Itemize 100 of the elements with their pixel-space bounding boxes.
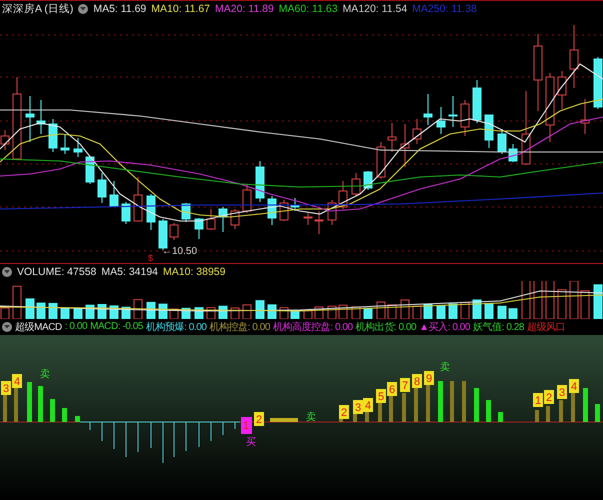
- volume-bar: [498, 305, 506, 319]
- volume-bar: [74, 308, 82, 319]
- volume-bar: [60, 307, 70, 319]
- histogram-bar: [50, 398, 55, 422]
- candlestick: [218, 206, 228, 233]
- volume-bar: [594, 284, 602, 319]
- histogram-bar: [546, 406, 550, 422]
- candlestick: [74, 138, 82, 158]
- candlestick: [570, 24, 578, 89]
- candlestick: [484, 114, 494, 149]
- sell-signal: 卖: [306, 412, 316, 423]
- candlestick: [460, 100, 470, 137]
- count-badge: 2: [544, 390, 554, 404]
- volume-bar: [448, 303, 458, 319]
- volume-indicator: MA10: 38959: [163, 266, 226, 278]
- candlestick: [424, 94, 432, 126]
- candlestick: [146, 194, 156, 231]
- volume-bar: [508, 308, 518, 319]
- candlestick: [290, 198, 300, 212]
- count-badge: 6: [387, 382, 397, 396]
- candlestick: [134, 176, 142, 222]
- volume-bar: [472, 299, 482, 319]
- histogram-bar: [438, 380, 443, 422]
- volume-indicator: MA5: 34194: [101, 266, 158, 278]
- count-badge: 3: [1, 380, 11, 395]
- signal-marker: $: [148, 253, 154, 264]
- candlestick: [546, 72, 554, 143]
- candlestick: [376, 142, 386, 180]
- candlestick: [26, 96, 34, 143]
- count-badge: 5: [376, 388, 386, 403]
- candlestick: [206, 208, 216, 231]
- candlestick: [242, 184, 252, 214]
- volume-bar: [436, 304, 446, 319]
- candlestick: [472, 80, 482, 124]
- volume-bar: [146, 302, 156, 319]
- candlestick: [194, 218, 204, 240]
- histogram-bar: [62, 408, 67, 422]
- sell-signal: 卖: [440, 362, 450, 373]
- histogram-bar: [486, 400, 491, 422]
- low-price-label: ←10.50: [162, 246, 198, 258]
- candlestick: [436, 106, 446, 135]
- candlestick: [256, 160, 264, 203]
- count-badge: 9: [424, 370, 434, 385]
- macd-indicator: 机构高度控盘: 0.00: [272, 320, 353, 334]
- macd-indicator: 超级风口: [527, 320, 566, 334]
- candlestick: [60, 134, 70, 155]
- ma-indicator: MA20: 11.89: [215, 3, 274, 16]
- ma-indicator: MA10: 11.67: [151, 3, 210, 16]
- volume-bar: [36, 302, 46, 319]
- volume-bar: [256, 300, 264, 319]
- histogram-bar: [583, 388, 588, 422]
- macd-indicator: 机构出货: 0.00: [356, 320, 416, 334]
- histogram-bar: [270, 418, 298, 422]
- count-badge: 4: [12, 374, 22, 388]
- histogram-bar: [426, 382, 430, 422]
- histogram-bar: [559, 400, 563, 422]
- count-badge: 4: [569, 378, 579, 393]
- candlestick: [36, 100, 46, 135]
- histogram-bar: [389, 396, 393, 422]
- histogram-bar: [75, 416, 80, 422]
- candlestick: [328, 200, 336, 226]
- candlestick: [580, 98, 590, 135]
- ma-indicator: MA5: 11.69: [93, 3, 146, 16]
- candlestick: [122, 202, 130, 225]
- candlestick: [230, 208, 240, 230]
- macd-indicator: ▲买入: 0.00: [419, 320, 470, 334]
- count-badge: 2: [254, 412, 264, 426]
- histogram-bar: [535, 410, 539, 422]
- histogram-bar: [498, 412, 503, 422]
- macd-indicator: : 0.00: [64, 321, 88, 332]
- count-badge: 4: [363, 398, 373, 412]
- count-badge: 7: [400, 378, 410, 392]
- candlestick: [400, 124, 410, 168]
- collapse-icon[interactable]: [2, 322, 12, 332]
- candlestick: [170, 222, 178, 241]
- count-badge: 3: [557, 384, 567, 399]
- volume-indicator: VOLUME: 47558: [17, 266, 96, 278]
- histogram-bar: [27, 382, 32, 422]
- candlestick: [594, 56, 602, 110]
- collapse-icon[interactable]: [78, 4, 88, 14]
- stock-title: 深深房A (日线): [2, 2, 74, 16]
- volume-bar: [48, 302, 58, 319]
- volume-bar: [484, 302, 494, 319]
- volume-bar: [26, 298, 34, 319]
- candlestick: [448, 96, 458, 128]
- indicator-title: 超级MACD: [15, 320, 62, 334]
- collapse-icon[interactable]: [2, 267, 12, 278]
- histogram-bar: [378, 402, 382, 422]
- histogram-bar: [462, 380, 466, 422]
- buy-count-badge: 1: [241, 416, 252, 434]
- candlestick: [508, 144, 518, 163]
- ma-indicator: MA60: 11.63: [278, 3, 338, 16]
- histogram-bar: [450, 380, 454, 422]
- buy-signal: 买: [246, 436, 256, 448]
- candlestick: [304, 212, 312, 226]
- histogram-bar: [595, 404, 600, 422]
- count-badge: 1: [533, 392, 543, 407]
- histogram-bar: [38, 386, 43, 422]
- histogram-bar: [402, 392, 406, 422]
- candlestick: [338, 180, 348, 210]
